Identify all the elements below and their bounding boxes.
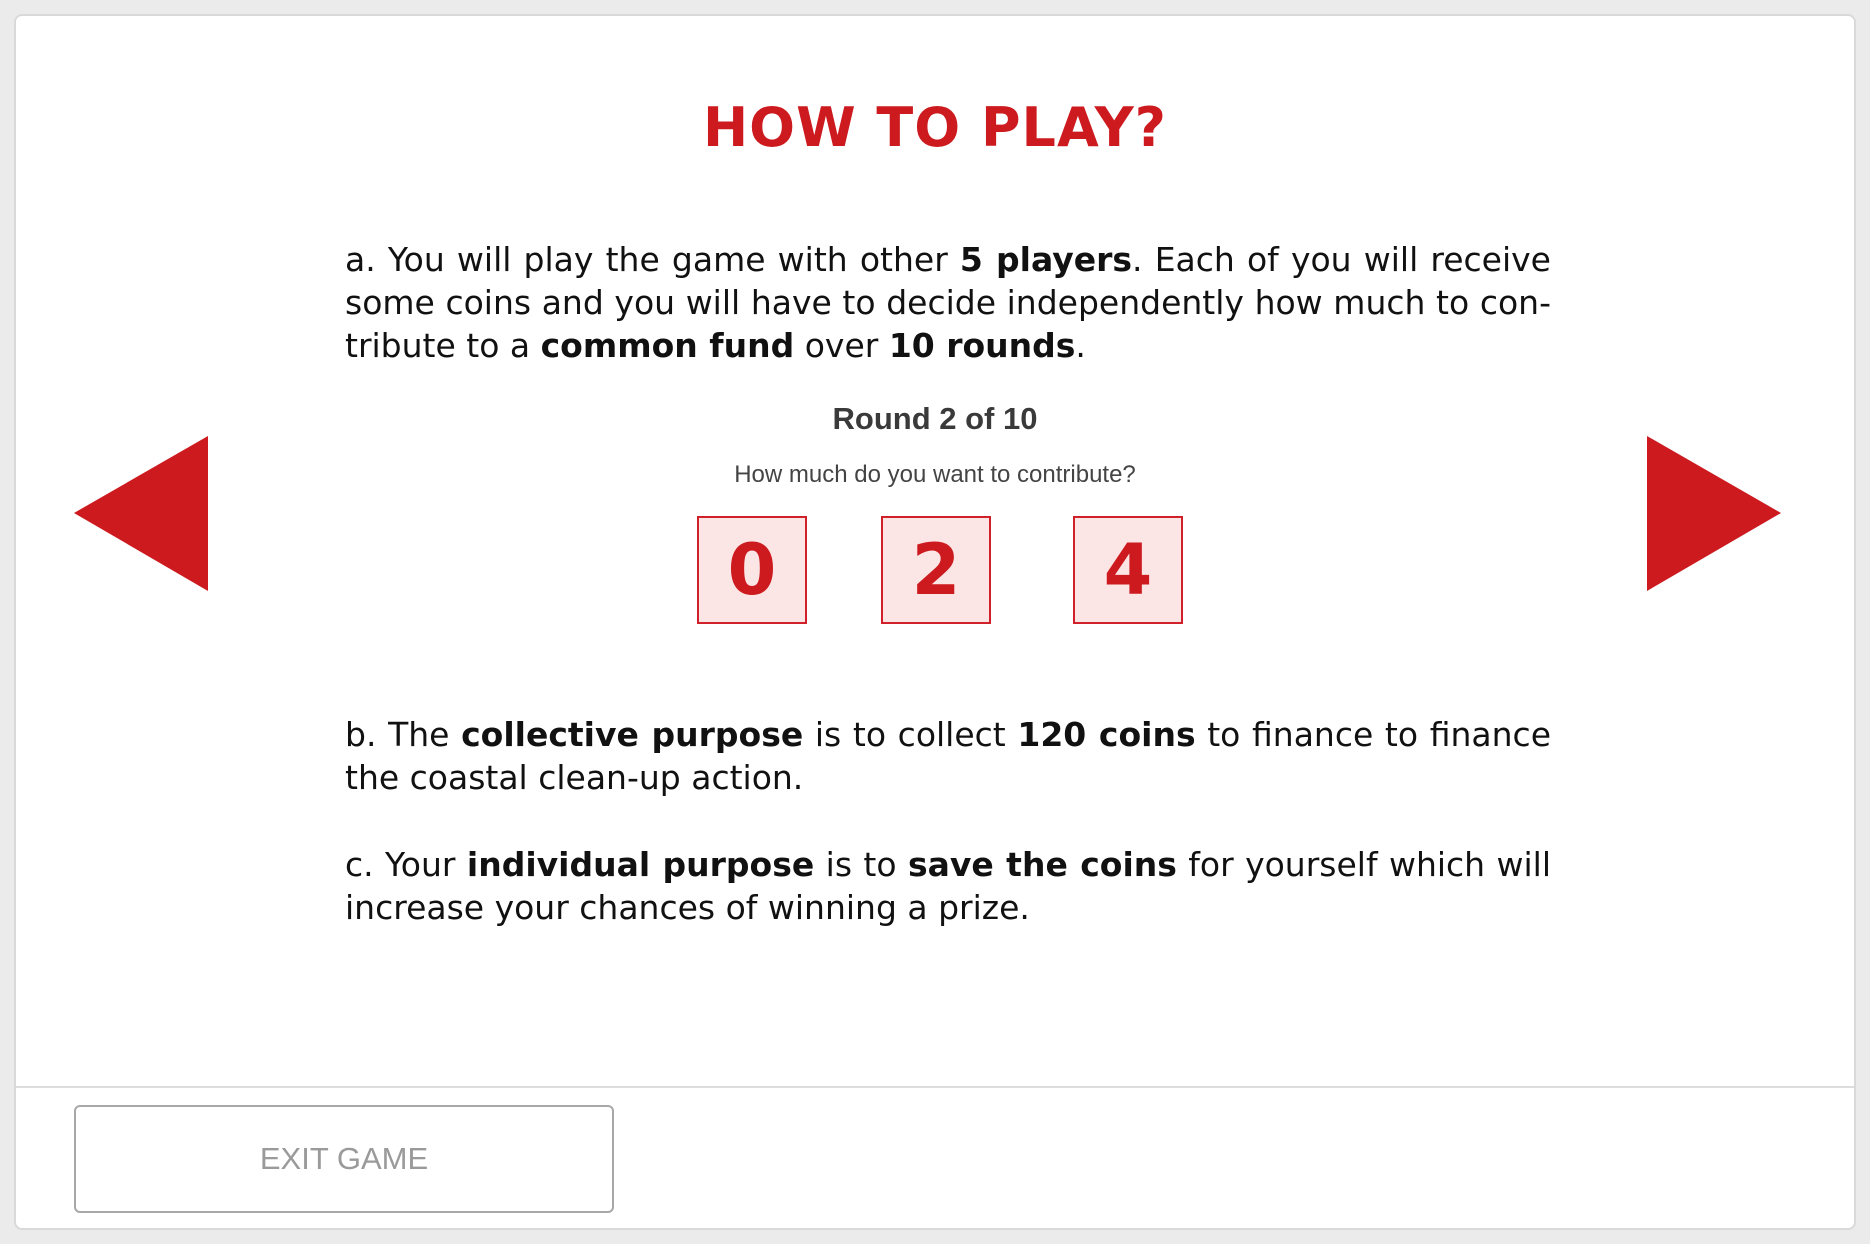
instruction-a-bold-1: 5 players bbox=[959, 240, 1133, 279]
triangle-left-icon bbox=[74, 436, 208, 591]
triangle-right-icon bbox=[1647, 436, 1781, 591]
next-arrow-button[interactable] bbox=[1647, 436, 1781, 591]
instruction-a-text-3: over bbox=[794, 326, 889, 365]
instruction-a-text-1: a. You will play the game with other bbox=[345, 240, 960, 279]
instruction-b-bold-2: 120 coins bbox=[1017, 715, 1196, 754]
instruction-a: a. You will play the game with other 5 p… bbox=[345, 238, 1551, 367]
instruction-a-bold-3: 10 rounds bbox=[888, 326, 1076, 365]
contribution-digit-3[interactable]: 4 bbox=[1073, 516, 1183, 624]
instruction-b-text-2: is to collect bbox=[803, 715, 1018, 754]
instruction-c-text-2: is to bbox=[814, 845, 908, 884]
footer-divider bbox=[16, 1086, 1854, 1088]
instruction-c-text-1: c. Your bbox=[345, 845, 467, 884]
round-question: How much do you want to contribute? bbox=[734, 461, 1136, 488]
instruction-b-text-1: b. The bbox=[345, 715, 462, 754]
instruction-c: c. Your individual purpose is to save th… bbox=[345, 843, 1551, 929]
instruction-b-bold-1: collective purpose bbox=[461, 715, 804, 754]
instruction-a-text-4: . bbox=[1075, 326, 1086, 365]
prev-arrow-button[interactable] bbox=[74, 436, 208, 591]
exit-game-button[interactable]: EXIT GAME bbox=[74, 1105, 614, 1213]
instruction-b: b. The collective purpose is to collect … bbox=[345, 713, 1551, 799]
page-title: HOW TO PLAY? bbox=[702, 96, 1168, 159]
round-title: Round 2 of 10 bbox=[832, 401, 1038, 436]
instruction-c-bold-2: save the coins bbox=[907, 845, 1177, 884]
instruction-a-bold-2: common fund bbox=[540, 326, 795, 365]
contribution-digit-2[interactable]: 2 bbox=[881, 516, 991, 624]
instruction-c-bold-1: individual purpose bbox=[466, 845, 815, 884]
contribution-digit-1[interactable]: 0 bbox=[697, 516, 807, 624]
game-window: HOW TO PLAY? a. You will play the game w… bbox=[14, 14, 1856, 1230]
